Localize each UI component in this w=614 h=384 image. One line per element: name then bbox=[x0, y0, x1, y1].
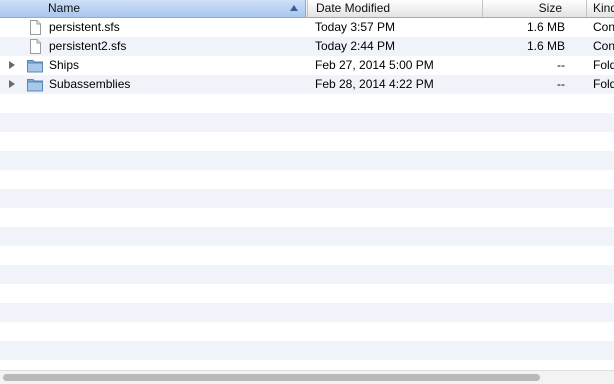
file-date-modified: Today 3:57 PM bbox=[315, 20, 396, 34]
column-header-size-label: Size bbox=[538, 1, 562, 15]
file-name: persistent2.sfs bbox=[49, 39, 127, 53]
empty-row bbox=[0, 151, 614, 170]
empty-row bbox=[0, 284, 614, 303]
empty-row bbox=[0, 170, 614, 189]
document-icon bbox=[27, 20, 43, 35]
empty-row bbox=[0, 189, 614, 208]
column-header-name-label: Name bbox=[48, 1, 81, 15]
file-size: 1.6 MB bbox=[526, 20, 565, 34]
column-header-date-modified[interactable]: Date Modified bbox=[307, 0, 482, 17]
disclosure-triangle-icon[interactable] bbox=[9, 80, 15, 88]
file-kind: Con bbox=[593, 39, 614, 53]
file-name: persistent.sfs bbox=[49, 20, 120, 34]
empty-row bbox=[0, 113, 614, 132]
file-row-persistent2-sfs[interactable]: persistent2.sfs Today 2:44 PM 1.6 MB Con bbox=[0, 37, 614, 56]
file-date-modified: Today 2:44 PM bbox=[315, 39, 396, 53]
folder-row-subassemblies[interactable]: Subassemblies Feb 28, 2014 4:22 PM -- Fo… bbox=[0, 75, 614, 94]
column-header-date-label: Date Modified bbox=[316, 1, 391, 15]
column-header-kind[interactable]: Kind bbox=[586, 0, 614, 17]
sort-ascending-icon bbox=[290, 5, 298, 11]
column-header-size[interactable]: Size bbox=[482, 0, 568, 17]
empty-row bbox=[0, 94, 614, 113]
empty-row bbox=[0, 341, 614, 360]
document-icon bbox=[27, 39, 43, 54]
folder-row-ships[interactable]: Ships Feb 27, 2014 5:00 PM -- Fold bbox=[0, 56, 614, 75]
folder-size: -- bbox=[557, 58, 565, 72]
empty-row bbox=[0, 265, 614, 284]
file-kind: Con bbox=[593, 20, 614, 34]
file-list: persistent.sfs Today 3:57 PM 1.6 MB Con … bbox=[0, 18, 614, 370]
column-header-name[interactable]: Name bbox=[0, 0, 306, 17]
empty-row bbox=[0, 132, 614, 151]
file-row-persistent-sfs[interactable]: persistent.sfs Today 3:57 PM 1.6 MB Con bbox=[0, 18, 614, 37]
folder-icon bbox=[27, 58, 43, 73]
empty-row bbox=[0, 227, 614, 246]
folder-kind: Fold bbox=[593, 58, 614, 72]
empty-row bbox=[0, 246, 614, 265]
horizontal-scrollbar-thumb[interactable] bbox=[3, 374, 540, 381]
folder-name: Subassemblies bbox=[49, 77, 131, 91]
folder-icon bbox=[27, 77, 43, 92]
folder-name: Ships bbox=[49, 58, 80, 72]
folder-date-modified: Feb 28, 2014 4:22 PM bbox=[315, 77, 434, 91]
empty-row bbox=[0, 208, 614, 227]
empty-row bbox=[0, 322, 614, 341]
column-header-bar: Name Date Modified Size Kind bbox=[0, 0, 614, 18]
empty-row bbox=[0, 303, 614, 322]
folder-size: -- bbox=[557, 77, 565, 91]
disclosure-triangle-icon[interactable] bbox=[9, 61, 15, 69]
folder-kind: Fold bbox=[593, 77, 614, 91]
horizontal-scrollbar[interactable] bbox=[0, 370, 614, 384]
column-header-kind-label: Kind bbox=[593, 1, 614, 15]
file-size: 1.6 MB bbox=[526, 39, 565, 53]
folder-date-modified: Feb 27, 2014 5:00 PM bbox=[315, 58, 434, 72]
